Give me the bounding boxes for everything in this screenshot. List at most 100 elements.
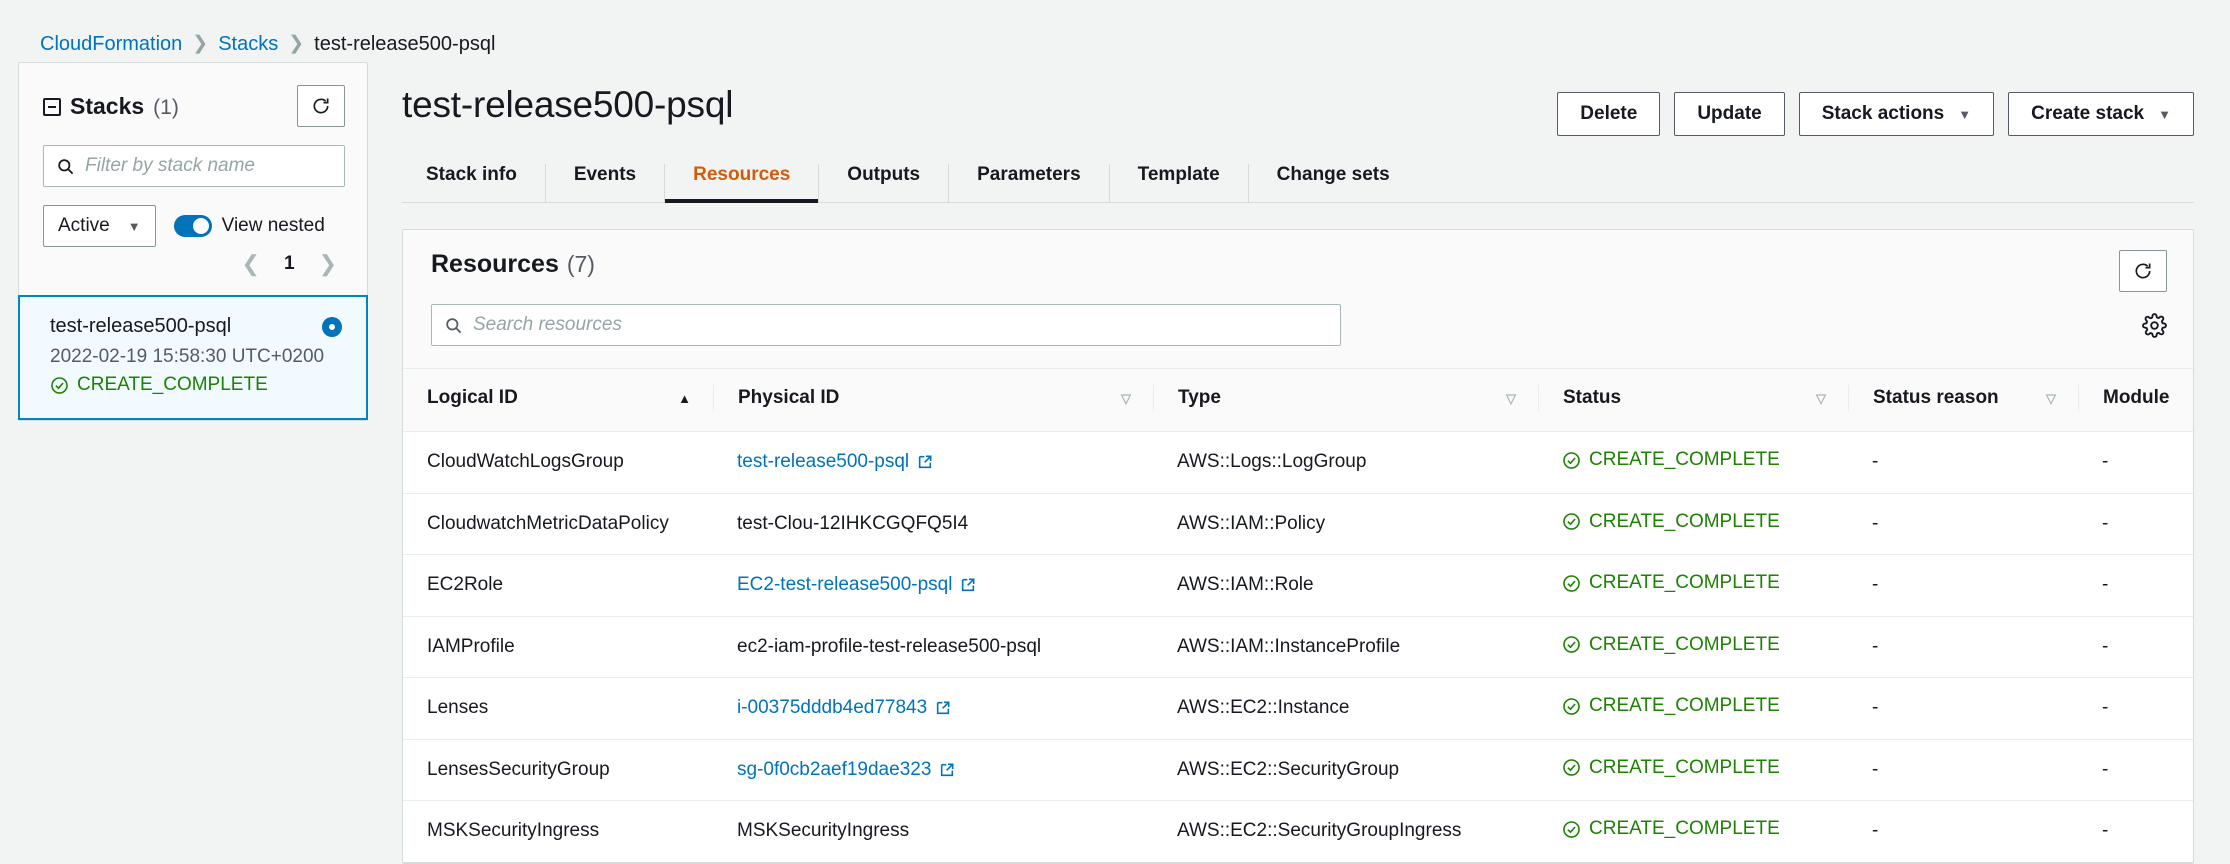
check-circle-icon — [1563, 759, 1580, 776]
table-row[interactable]: EC2Role EC2-test-release500-psql AWS::IAM:… — [403, 554, 2193, 617]
cell-status-reason: - — [1848, 431, 2078, 494]
search-icon — [58, 158, 74, 174]
stack-list-item-date: 2022-02-19 15:58:30 UTC+0200 — [50, 346, 325, 367]
cell-status-reason: - — [1848, 677, 2078, 740]
physical-id-link-label: test-release500-psql — [737, 451, 910, 473]
resources-search-row — [431, 292, 2167, 368]
tab-parameters[interactable]: Parameters — [948, 164, 1109, 202]
physical-id-link[interactable]: sg-0f0cb2aef19dae323 — [737, 759, 955, 781]
refresh-icon — [313, 98, 329, 114]
page-title: test-release500-psql — [402, 84, 734, 125]
stack-list-item[interactable]: test-release500-psql 2022-02-19 15:58:30… — [18, 295, 368, 420]
tab-resources[interactable]: Resources — [664, 164, 819, 203]
breadcrumb-item-stacks[interactable]: Stacks — [218, 33, 278, 56]
external-link-icon — [941, 763, 954, 776]
breadcrumb-item-cloudformation[interactable]: CloudFormation — [40, 33, 182, 56]
chevron-right-icon: ❯ — [288, 32, 305, 54]
column-header-status[interactable]: Status ▽ — [1538, 368, 1848, 432]
cell-status: CREATE_COMPLETE — [1538, 493, 1848, 555]
resources-search-box[interactable] — [431, 304, 1341, 346]
physical-id-text: MSKSecurityIngress — [737, 820, 910, 842]
view-nested-toggle-wrap: View nested — [173, 215, 325, 237]
create-stack-button-label: Create stack — [2031, 103, 2145, 124]
cell-status: CREATE_COMPLETE — [1538, 800, 1848, 863]
resources-search-input[interactable] — [473, 314, 1328, 336]
external-link-icon — [962, 578, 975, 592]
cell-logical-id: CloudwatchMetricDataPolicy — [403, 493, 713, 555]
status-badge-label: CREATE_COMPLETE — [1589, 756, 1780, 778]
delete-button[interactable]: Delete — [1557, 92, 1661, 136]
table-row[interactable]: CloudwatchMetricDataPolicy test-Clou-12IH… — [403, 493, 2193, 555]
resources-panel-header-top: Resources (7) — [431, 250, 2167, 292]
create-stack-button[interactable]: Create stack ▼ — [2008, 92, 2194, 136]
tab-change-sets[interactable]: Change sets — [1247, 164, 1418, 202]
resources-table-body: CloudWatchLogsGroup test-release500-psql A… — [403, 431, 2193, 863]
update-button[interactable]: Update — [1674, 92, 1785, 136]
table-header-row: Logical ID ▲ Physical ID ▽ Type ▽ Status… — [403, 368, 2193, 432]
chevron-down-icon: ▼ — [2158, 106, 2171, 122]
cell-status-reason: - — [1848, 616, 2078, 678]
resources-title-count: (7) — [566, 251, 595, 277]
tab-template[interactable]: Template — [1108, 164, 1248, 202]
cell-status-reason: - — [1848, 800, 2078, 863]
chevron-down-icon: ▼ — [127, 218, 141, 234]
column-header-logical-id[interactable]: Logical ID ▲ — [403, 368, 713, 432]
stack-filter-box[interactable] — [43, 145, 345, 187]
resources-panel: Resources (7) Search resources Logical I… — [402, 229, 2194, 864]
stack-status-select[interactable]: Active ▼ — [43, 205, 156, 247]
view-nested-label: View nested — [221, 215, 325, 236]
column-header-type-label: Type — [1178, 387, 1221, 408]
sort-icon: ▽ — [1506, 390, 1516, 406]
cell-type: AWS::Logs::LogGroup — [1153, 431, 1538, 494]
resources-settings-button[interactable] — [2142, 312, 2167, 338]
column-header-module[interactable]: Module ▽ — [2078, 368, 2193, 432]
status-badge-label: CREATE_COMPLETE — [1589, 510, 1780, 532]
collapse-icon[interactable] — [43, 98, 61, 116]
check-circle-icon — [1563, 574, 1580, 592]
tab-stack-info[interactable]: Stack info — [402, 164, 545, 202]
cell-physical-id: EC2-test-release500-psql — [713, 554, 1153, 617]
cell-physical-id: MSKSecurityIngress — [713, 800, 1153, 863]
stack-list-item-radio[interactable] — [322, 316, 342, 337]
stack-filter-input[interactable] — [85, 155, 332, 177]
column-header-physical-id[interactable]: Physical ID ▽ — [713, 368, 1153, 432]
table-row[interactable]: IAMProfile ec2-iam-profile-test-release50… — [403, 616, 2193, 678]
table-row[interactable]: LensesSecurityGroup sg-0f0cb2aef19dae323 A… — [403, 739, 2193, 801]
status-badge: CREATE_COMPLETE — [1562, 818, 1780, 840]
resources-refresh-button[interactable] — [2119, 250, 2167, 292]
sidebar-refresh-button[interactable] — [297, 85, 345, 127]
column-header-type[interactable]: Type ▽ — [1153, 368, 1538, 432]
column-header-status-reason[interactable]: Status reason ▽ — [1848, 368, 2078, 432]
stack-actions-button[interactable]: Stack actions ▼ — [1798, 92, 1995, 136]
status-badge: CREATE_COMPLETE — [1562, 757, 1780, 779]
cell-type: AWS::EC2::SecurityGroupIngress — [1153, 800, 1538, 863]
pagination-prev-button[interactable]: ❮ — [242, 253, 260, 275]
cell-status-reason: - — [1848, 554, 2078, 617]
table-row[interactable]: CloudWatchLogsGroup test-release500-psql A… — [403, 431, 2193, 494]
cell-status-reason: - — [1848, 493, 2078, 555]
physical-id-link[interactable]: i-00375dddb4ed77843 — [737, 697, 951, 719]
status-badge: CREATE_COMPLETE — [1562, 449, 1780, 471]
cell-type: AWS::IAM::Policy — [1153, 493, 1538, 555]
resources-table-head: Logical ID ▲ Physical ID ▽ Type ▽ Status… — [403, 368, 2193, 432]
pagination-page-1[interactable]: 1 — [284, 253, 295, 275]
table-row[interactable]: Lenses i-00375dddb4ed77843 AWS::EC2::Insta… — [403, 677, 2193, 740]
cell-module: - — [2078, 800, 2193, 863]
refresh-icon — [2135, 263, 2151, 279]
stacks-title-count: (1) — [153, 95, 179, 119]
tab-outputs[interactable]: Outputs — [818, 164, 948, 202]
stacks-sidebar: Stacks (1) Active ▼ — [18, 62, 368, 421]
column-header-module-label: Module — [2103, 387, 2170, 408]
tab-events[interactable]: Events — [544, 164, 664, 202]
cell-status: CREATE_COMPLETE — [1538, 431, 1848, 494]
physical-id-link[interactable]: test-release500-psql — [737, 451, 933, 473]
pagination-next-button[interactable]: ❯ — [319, 253, 337, 275]
table-row[interactable]: MSKSecurityIngress MSKSecurityIngress AWS:… — [403, 800, 2193, 863]
physical-id-link[interactable]: EC2-test-release500-psql — [737, 574, 976, 596]
check-circle-icon — [51, 376, 68, 394]
cell-type: AWS::EC2::Instance — [1153, 677, 1538, 740]
resources-panel-header: Resources (7) — [403, 230, 2193, 368]
view-nested-toggle[interactable] — [173, 215, 212, 237]
stacks-title-label: Stacks — [70, 92, 145, 119]
breadcrumb-item-current: test-release500-psql — [314, 32, 496, 55]
